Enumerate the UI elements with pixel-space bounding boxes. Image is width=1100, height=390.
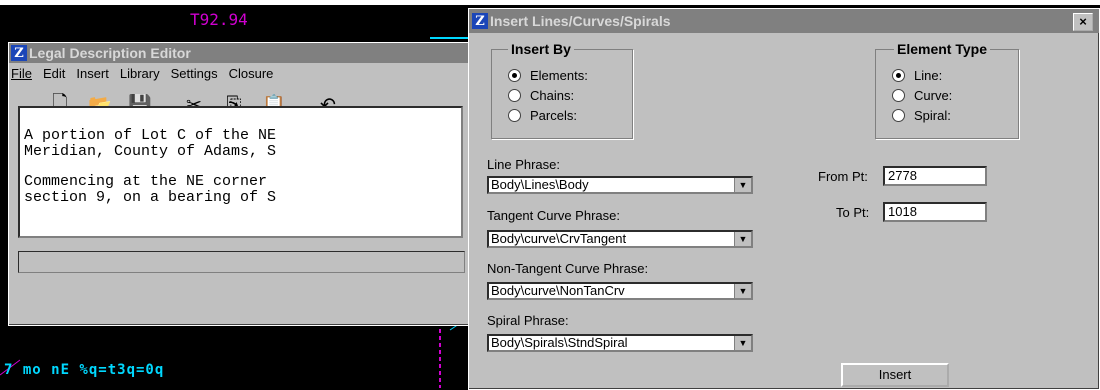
text-line [24, 160, 457, 174]
editor-status-bar [18, 251, 465, 273]
insert-by-legend: Insert By [508, 41, 574, 57]
from-pt-label: From Pt: [818, 169, 868, 184]
element-type-legend: Element Type [894, 41, 990, 57]
to-pt-input[interactable]: 1018 [883, 202, 987, 222]
insert-by-parcels-radio[interactable]: Parcels: [508, 108, 577, 123]
from-pt-input[interactable]: 2778 [883, 166, 987, 186]
non-tangent-curve-phrase-select[interactable]: Body\curve\NonTanCrv ▼ [487, 282, 753, 300]
text-line: Commencing at the NE corner [24, 173, 268, 190]
line-phrase-select[interactable]: Body\Lines\Body ▼ [487, 176, 753, 194]
insert-button[interactable]: Insert [841, 363, 949, 387]
legal-description-text[interactable]: A portion of Lot C of the NE Meridian, Co… [18, 106, 463, 238]
element-type-line-radio[interactable]: Line: [892, 68, 942, 83]
menu-insert[interactable]: Insert [76, 66, 109, 81]
insert-by-group: Insert By Elements: Chains: Parcels: [491, 41, 633, 139]
menu-edit[interactable]: Edit [43, 66, 65, 81]
app-logo-icon: Z [11, 45, 27, 61]
spiral-phrase-value: Body\Spirals\StndSpiral [491, 335, 628, 350]
dialog-title: Insert Lines/Curves/Spirals [490, 13, 671, 29]
text-line: Meridian, County of Adams, S [24, 143, 277, 160]
radio-label: Parcels: [530, 108, 577, 123]
app-logo-icon: Z [472, 13, 488, 29]
element-type-spiral-radio[interactable]: Spiral: [892, 108, 951, 123]
tangent-curve-phrase-label: Tangent Curve Phrase: [487, 208, 620, 223]
element-type-group: Element Type Line: Curve: Spiral: [875, 41, 1019, 139]
radio-icon [892, 89, 905, 102]
insert-by-elements-radio[interactable]: Elements: [508, 68, 588, 83]
menu-library[interactable]: Library [120, 66, 160, 81]
element-type-curve-radio[interactable]: Curve: [892, 88, 952, 103]
insert-by-chains-radio[interactable]: Chains: [508, 88, 574, 103]
text-line: section 9, on a bearing of S [24, 189, 277, 206]
menu-file[interactable]: File [11, 66, 32, 81]
dropdown-arrow-icon[interactable]: ▼ [734, 336, 751, 350]
dropdown-arrow-icon[interactable]: ▼ [734, 232, 751, 246]
radio-label: Elements: [530, 68, 588, 83]
dropdown-arrow-icon[interactable]: ▼ [734, 178, 751, 192]
radio-icon [508, 89, 521, 102]
text-line: A portion of Lot C of the NE [24, 127, 277, 144]
non-tangent-curve-phrase-value: Body\curve\NonTanCrv [491, 283, 625, 298]
dropdown-arrow-icon[interactable]: ▼ [734, 284, 751, 298]
spiral-phrase-label: Spiral Phrase: [487, 313, 569, 328]
tangent-curve-phrase-value: Body\curve\CrvTangent [491, 231, 627, 246]
non-tangent-curve-phrase-label: Non-Tangent Curve Phrase: [487, 261, 649, 276]
tangent-curve-phrase-select[interactable]: Body\curve\CrvTangent ▼ [487, 230, 753, 248]
menu-closure[interactable]: Closure [229, 66, 274, 81]
cad-label-distance: T92.94 [190, 10, 248, 29]
radio-selected-icon [892, 69, 905, 82]
editor-title: Legal Description Editor [29, 45, 191, 61]
line-phrase-value: Body\Lines\Body [491, 177, 589, 192]
dialog-titlebar[interactable]: Z Insert Lines/Curves/Spirals [469, 9, 1099, 33]
editor-menubar: File Edit Insert Library Settings Closur… [9, 63, 471, 83]
radio-icon [892, 109, 905, 122]
line-phrase-label: Line Phrase: [487, 157, 560, 172]
spiral-phrase-select[interactable]: Body\Spirals\StndSpiral ▼ [487, 334, 753, 352]
insert-lines-curves-spirals-dialog: Z Insert Lines/Curves/Spirals × Insert B… [468, 8, 1100, 390]
radio-label: Line: [914, 68, 943, 83]
radio-label: Spiral: [914, 108, 951, 123]
radio-icon [508, 109, 521, 122]
cad-label-bearing: 7 mo nE %q=t3q=0q [4, 362, 165, 378]
radio-selected-icon [508, 69, 521, 82]
close-button[interactable]: × [1073, 13, 1093, 31]
menu-settings[interactable]: Settings [171, 66, 218, 81]
to-pt-label: To Pt: [836, 205, 870, 220]
editor-titlebar[interactable]: Z Legal Description Editor [9, 43, 471, 63]
radio-label: Curve: [914, 88, 953, 103]
radio-label: Chains: [530, 88, 575, 103]
